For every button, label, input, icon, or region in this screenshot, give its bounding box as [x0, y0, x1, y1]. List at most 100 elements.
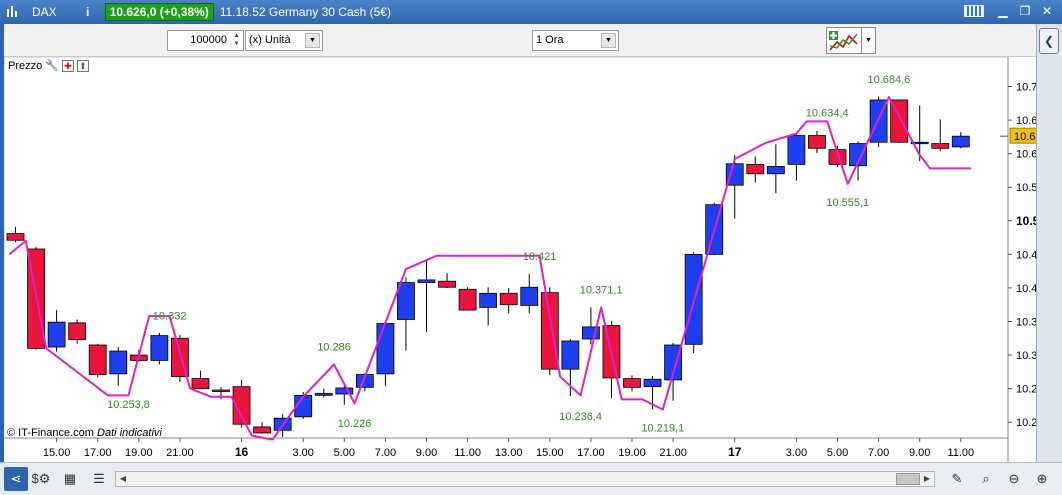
x-tick-label: 7.00	[375, 447, 396, 459]
swing-label: 10.332	[153, 311, 187, 323]
panel-header: Prezzo 🔧 ✚ ⬆	[8, 59, 89, 72]
stepper-arrows-icon[interactable]: ▲ ▼	[231, 32, 242, 49]
x-tick-label: 5.00	[827, 447, 848, 459]
instrument-name: DAX	[32, 5, 57, 19]
instrument-time-label: 11.18.52 Germany 30 Cash (5€)	[219, 5, 391, 19]
swing-label: 10.421	[523, 251, 557, 263]
side-panel-collapse-icon[interactable]: ❮	[1039, 28, 1059, 54]
candle-body	[109, 350, 128, 375]
panel-up-icon[interactable]: ⬆	[76, 59, 89, 72]
candle-body	[540, 292, 559, 370]
candle-body	[561, 340, 580, 370]
y-tick-label: 10.650	[1016, 115, 1036, 127]
candle-body	[766, 166, 785, 175]
last-price-label: 10.626,0	[1014, 131, 1036, 143]
add-indicator-icon[interactable]	[826, 27, 862, 54]
panel-remove-icon[interactable]: ✚	[61, 59, 74, 72]
y-tick-label: 10.200	[1016, 417, 1036, 429]
chevron-down-icon[interactable]: ▼	[305, 33, 320, 48]
scroll-right-icon[interactable]: ▶	[920, 472, 934, 486]
candle-body	[951, 135, 970, 148]
title-bar: DAX i 10.626,0 (+0,38%) 11.18.52 Germany…	[0, 0, 1062, 24]
share-icon[interactable]: ⋖	[4, 467, 28, 491]
side-panel	[1036, 24, 1062, 462]
y-tick-label: 10.400	[1016, 283, 1036, 295]
credit-source: © IT-Finance.com	[7, 427, 94, 439]
y-tick-label: 10.600	[1016, 149, 1036, 161]
x-tick-label: 15.00	[536, 447, 564, 459]
swing-label: 10.371,1	[580, 284, 623, 296]
unit-select-value: (x) Unità	[249, 34, 291, 46]
scroll-left-icon[interactable]: ◀	[116, 472, 130, 486]
price-chart[interactable]: 10.200 10.250 10.300 10.350 10.400 10.450 10.5…	[4, 57, 1036, 462]
quantity-value: 100000	[190, 34, 227, 46]
plot-area	[4, 57, 1009, 439]
candle-body	[438, 280, 456, 288]
x-tick-label: 16	[235, 445, 249, 459]
y-tick-label: 10.500	[1016, 214, 1036, 228]
candle-body	[68, 322, 87, 341]
wrench-icon[interactable]: 🔧	[45, 59, 59, 72]
candle-body	[397, 282, 415, 320]
y-tick-label: 10.300	[1016, 350, 1036, 362]
zoom-out-icon[interactable]: ⊖	[1003, 469, 1025, 489]
candle-body	[6, 233, 25, 241]
swing-label: 10.555,1	[826, 197, 869, 209]
candle-body	[520, 286, 539, 306]
scrollbar-thumb[interactable]	[896, 473, 920, 485]
x-tick-label: 21.00	[166, 447, 194, 459]
zoom-in-icon[interactable]: ⊕	[1031, 469, 1053, 489]
candle-body	[787, 135, 806, 165]
data-credit: © IT-Finance.com Dati indicativi	[7, 427, 162, 439]
chart-scrollbar[interactable]: ◀ ▶	[115, 471, 935, 487]
candle-body	[376, 323, 395, 375]
zoom-fit-icon[interactable]: ⌕	[975, 469, 997, 489]
close-icon[interactable]: ✕	[1038, 3, 1056, 20]
x-tick-label: 17.00	[577, 447, 605, 459]
chevron-down-icon[interactable]: ▼	[601, 33, 616, 48]
x-tick-label: 3.00	[786, 447, 807, 459]
x-tick-label: 11.00	[454, 447, 481, 459]
x-tick-label: 15.00	[43, 447, 71, 459]
x-tick-label: 19.00	[618, 447, 646, 459]
x-tick-label: 5.00	[334, 447, 355, 459]
swing-label: 10.253,8	[107, 399, 150, 411]
candle-body	[47, 321, 66, 348]
x-tick-label: 19.00	[125, 447, 153, 459]
y-tick-label: 10.350	[1016, 317, 1036, 329]
unit-select[interactable]: (x) Unità ▼	[245, 30, 323, 51]
info-icon[interactable]: i	[83, 5, 93, 19]
candle-body	[808, 135, 826, 149]
timeframe-select[interactable]: 1 Ora ▼	[532, 30, 619, 51]
dollar-settings-icon[interactable]: $⚙	[30, 469, 52, 489]
keyboard-icon[interactable]	[964, 5, 984, 17]
candle-body	[314, 392, 333, 396]
chart-app-icon	[6, 6, 18, 18]
quantity-stepper[interactable]: 100000 ▲ ▼	[167, 30, 244, 51]
credit-note: Dati indicativi	[97, 427, 162, 439]
candle-body	[623, 378, 641, 388]
x-tick-label: 13.00	[495, 447, 523, 459]
candle-body	[417, 279, 436, 283]
x-tick-label: 21.00	[659, 447, 687, 459]
calculator-icon[interactable]: ▦	[59, 469, 81, 489]
bar-layout-icon[interactable]: ☰	[88, 469, 110, 489]
x-tick-label: 17.00	[84, 447, 112, 459]
candle-body	[212, 389, 230, 392]
candle-body	[931, 143, 950, 149]
candle-body	[191, 378, 210, 390]
window-controls: ▁ ❐ ✕	[964, 3, 1056, 20]
candle-body	[88, 344, 107, 375]
y-tick-label: 10.700	[1016, 82, 1036, 94]
y-tick-label: 10.450	[1016, 249, 1036, 261]
x-tick-label: 9.00	[416, 447, 437, 459]
y-tick-label: 10.550	[1016, 182, 1036, 194]
bottom-toolbar: ⋖ $⚙ ▦ ☰ ◀ ▶ ✎ ⌕ ⊖ ⊕	[0, 462, 1062, 495]
minimize-icon[interactable]: ▁	[994, 3, 1012, 20]
candle-body	[150, 335, 169, 361]
swing-label: 10.219,1	[641, 422, 684, 434]
indicator-dropdown-icon[interactable]: ▼	[862, 27, 876, 54]
candle-body	[458, 288, 477, 311]
restore-icon[interactable]: ❐	[1016, 3, 1034, 20]
draw-tool-icon[interactable]: ✎	[946, 469, 968, 489]
